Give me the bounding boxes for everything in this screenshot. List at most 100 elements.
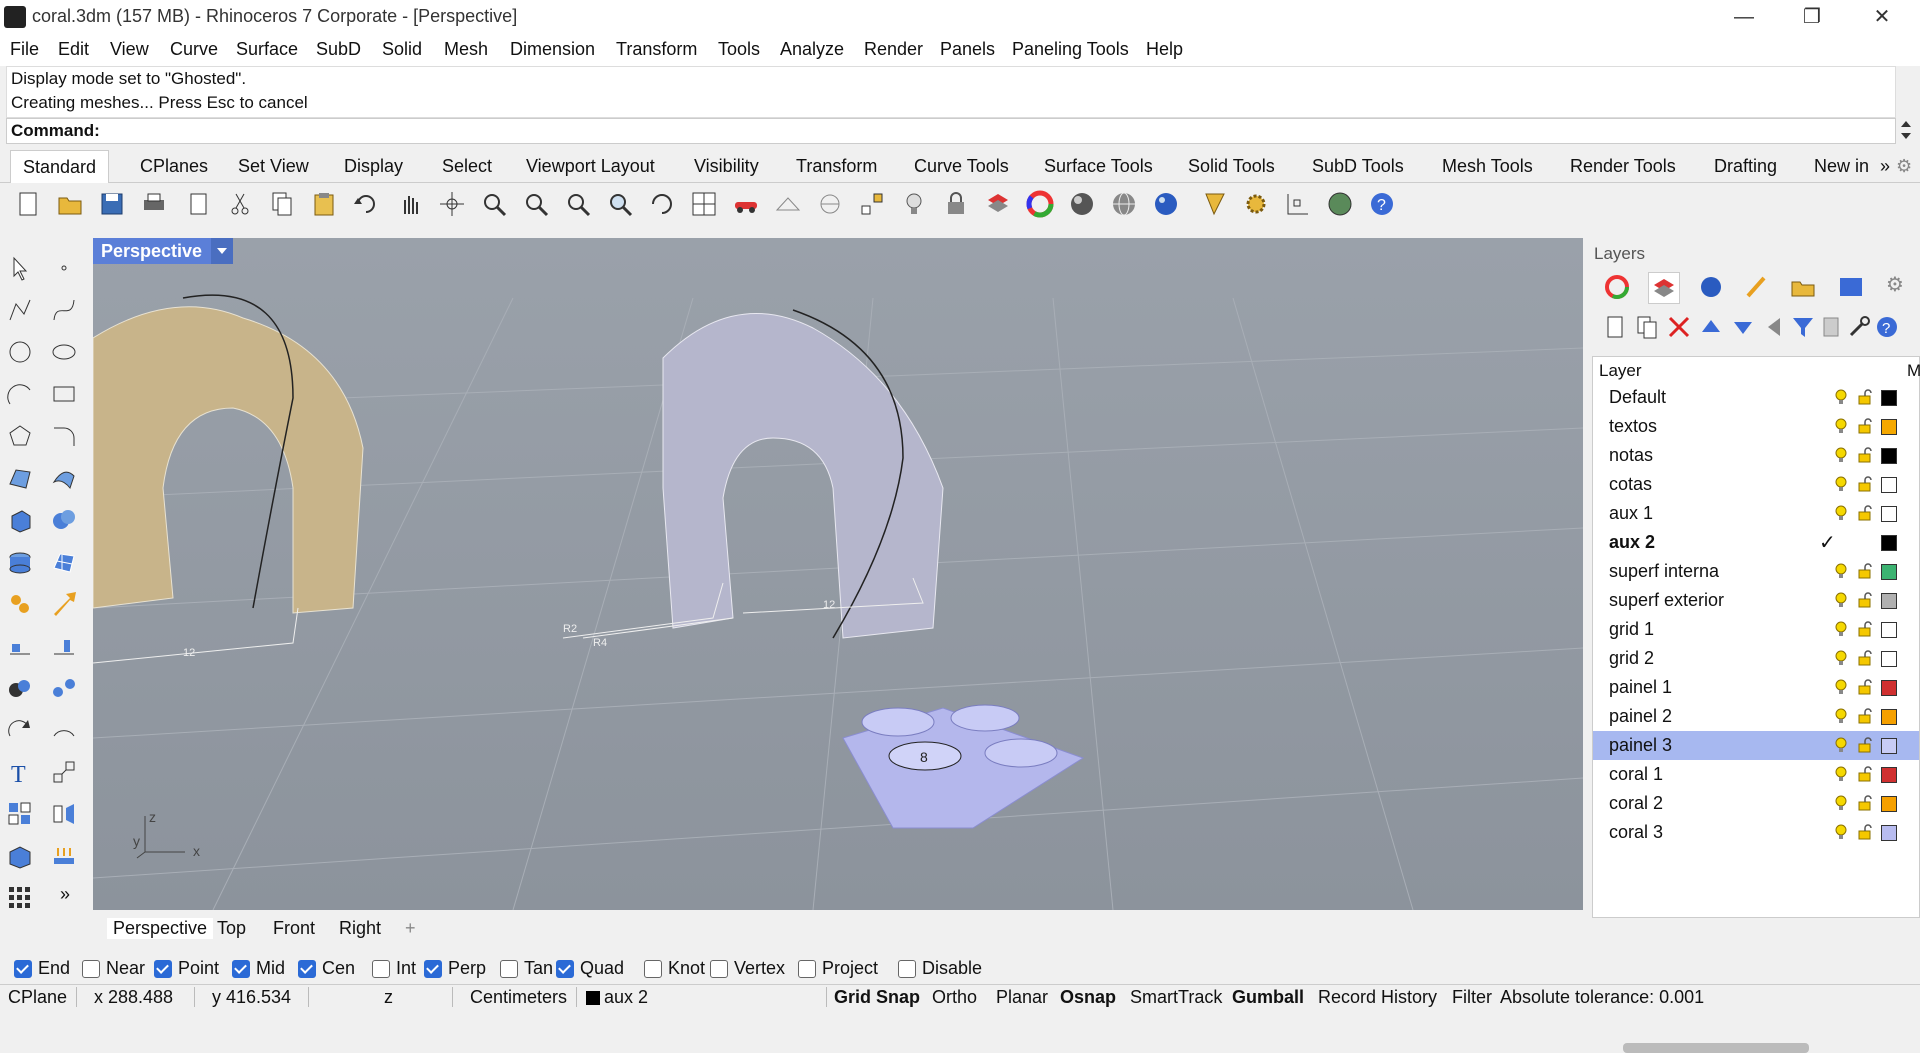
layer-name[interactable]: superf interna — [1609, 561, 1719, 582]
visibility-bulb-icon[interactable] — [1835, 766, 1847, 782]
help-icon[interactable]: ? — [1368, 190, 1396, 218]
boolean-icon[interactable] — [50, 506, 78, 534]
osnap-checkbox[interactable] — [14, 959, 32, 978]
menu-file[interactable]: File — [10, 39, 39, 60]
osnap-checkbox[interactable] — [82, 959, 100, 978]
visibility-bulb-icon[interactable] — [1835, 389, 1847, 405]
visibility-bulb-icon[interactable] — [1835, 563, 1847, 579]
tab-viewport-layout[interactable]: Viewport Layout — [526, 156, 655, 177]
layer-color-swatch[interactable] — [1881, 448, 1897, 464]
unlock-icon[interactable] — [1857, 505, 1873, 521]
osnap-end[interactable]: End — [14, 958, 70, 979]
tabs-more-button[interactable]: » — [1880, 156, 1890, 177]
tab-standard[interactable]: Standard — [10, 150, 110, 183]
layer-color-swatch[interactable] — [1881, 796, 1897, 812]
unlock-icon[interactable] — [1857, 621, 1873, 637]
help-tab-icon[interactable] — [1836, 272, 1866, 302]
ortho-toggle[interactable]: Ortho — [932, 987, 977, 1008]
grid-snap-toggle[interactable]: Grid Snap — [834, 987, 920, 1008]
surface-icon[interactable] — [6, 464, 34, 492]
materials-tab-icon[interactable] — [1742, 272, 1772, 302]
menu-tools[interactable]: Tools — [718, 39, 760, 60]
rotate-icon[interactable] — [648, 190, 676, 218]
tab-new-in[interactable]: New in — [1814, 156, 1869, 177]
viewport-menu-button[interactable] — [211, 238, 233, 264]
horizontal-scrollbar[interactable] — [1623, 1043, 1809, 1053]
tab-curve-tools[interactable]: Curve Tools — [914, 156, 1009, 177]
light-icon[interactable] — [900, 190, 928, 218]
layer-name[interactable]: textos — [1609, 416, 1657, 437]
ungroup-icon[interactable] — [50, 674, 78, 702]
move-parent-icon[interactable] — [1762, 314, 1788, 340]
osnap-knot[interactable]: Knot — [644, 958, 705, 979]
gumball-toggle[interactable]: Gumball — [1232, 987, 1304, 1008]
arc-tool-icon[interactable] — [50, 716, 78, 744]
menu-paneling-tools[interactable]: Paneling Tools — [1012, 39, 1129, 60]
delete-layer-icon[interactable] — [1666, 314, 1692, 340]
globe-icon[interactable] — [1326, 190, 1354, 218]
cplane-status[interactable]: CPlane — [8, 987, 67, 1008]
measure-icon[interactable] — [816, 190, 844, 218]
unlock-icon[interactable] — [1857, 650, 1873, 666]
import-icon[interactable] — [184, 190, 212, 218]
layer-row[interactable]: aux 1 — [1593, 499, 1919, 528]
layer-color-swatch[interactable] — [1881, 390, 1897, 406]
layer-row[interactable]: superf interna — [1593, 557, 1919, 586]
smarttrack-toggle[interactable]: SmartTrack — [1130, 987, 1222, 1008]
wire-sphere-icon[interactable] — [1110, 190, 1138, 218]
osnap-near[interactable]: Near — [82, 958, 145, 979]
layer-color-swatch[interactable] — [1881, 767, 1897, 783]
tools-icon[interactable] — [1846, 314, 1872, 340]
array-icon[interactable] — [6, 800, 34, 828]
tab-render-tools[interactable]: Render Tools — [1570, 156, 1676, 177]
filter-icon[interactable] — [1790, 314, 1816, 340]
tab-top[interactable]: Top — [217, 918, 246, 939]
layer-name[interactable]: coral 3 — [1609, 822, 1663, 843]
layer-row[interactable]: painel 3 — [1593, 731, 1919, 760]
render-preview-icon[interactable] — [1200, 190, 1228, 218]
toolbar-settings-icon[interactable]: ⚙ — [1896, 156, 1912, 177]
osnap-checkbox[interactable] — [298, 959, 316, 978]
visibility-bulb-icon[interactable] — [1835, 824, 1847, 840]
lock-icon[interactable] — [942, 190, 970, 218]
undo-icon[interactable] — [352, 190, 380, 218]
layer-name[interactable]: painel 3 — [1609, 735, 1672, 756]
osnap-checkbox[interactable] — [898, 959, 916, 978]
menu-render[interactable]: Render — [864, 39, 923, 60]
osnap-tan[interactable]: Tan — [500, 958, 553, 979]
layer-row[interactable]: notas — [1593, 441, 1919, 470]
menu-help[interactable]: Help — [1146, 39, 1183, 60]
history-scroll[interactable] — [1896, 118, 1916, 142]
move-arrow-icon[interactable] — [50, 590, 78, 618]
move-down-icon[interactable] — [1730, 314, 1756, 340]
visibility-bulb-icon[interactable] — [1835, 418, 1847, 434]
osnap-checkbox[interactable] — [710, 959, 728, 978]
osnap-disable[interactable]: Disable — [898, 958, 982, 979]
osnap-checkbox[interactable] — [232, 959, 250, 978]
osnap-mid[interactable]: Mid — [232, 958, 285, 979]
menu-surface[interactable]: Surface — [236, 39, 298, 60]
layer-color-swatch[interactable] — [1881, 680, 1897, 696]
osnap-checkbox[interactable] — [372, 959, 390, 978]
rotate-view-icon[interactable] — [438, 190, 466, 218]
visibility-bulb-icon[interactable] — [1835, 650, 1847, 666]
cylinder-icon[interactable] — [6, 548, 34, 576]
osnap-checkbox[interactable] — [644, 959, 662, 978]
layer-row[interactable]: Default — [1593, 383, 1919, 412]
command-input[interactable] — [107, 120, 1891, 142]
unlock-icon[interactable] — [1857, 766, 1873, 782]
layer-row[interactable]: textos — [1593, 412, 1919, 441]
select-arrow-icon[interactable] — [6, 254, 34, 282]
tab-subd-tools[interactable]: SubD Tools — [1312, 156, 1404, 177]
visibility-bulb-icon[interactable] — [1835, 679, 1847, 695]
menu-solid[interactable]: Solid — [382, 39, 422, 60]
polygon-icon[interactable] — [6, 422, 34, 450]
osnap-cen[interactable]: Cen — [298, 958, 355, 979]
text-icon[interactable]: T — [6, 758, 34, 788]
layer-name[interactable]: painel 1 — [1609, 677, 1672, 698]
unlock-icon[interactable] — [1857, 447, 1873, 463]
layer-color-swatch[interactable] — [1881, 593, 1897, 609]
tab-visibility[interactable]: Visibility — [694, 156, 759, 177]
tab-right[interactable]: Right — [339, 918, 381, 939]
osnap-perp[interactable]: Perp — [424, 958, 486, 979]
